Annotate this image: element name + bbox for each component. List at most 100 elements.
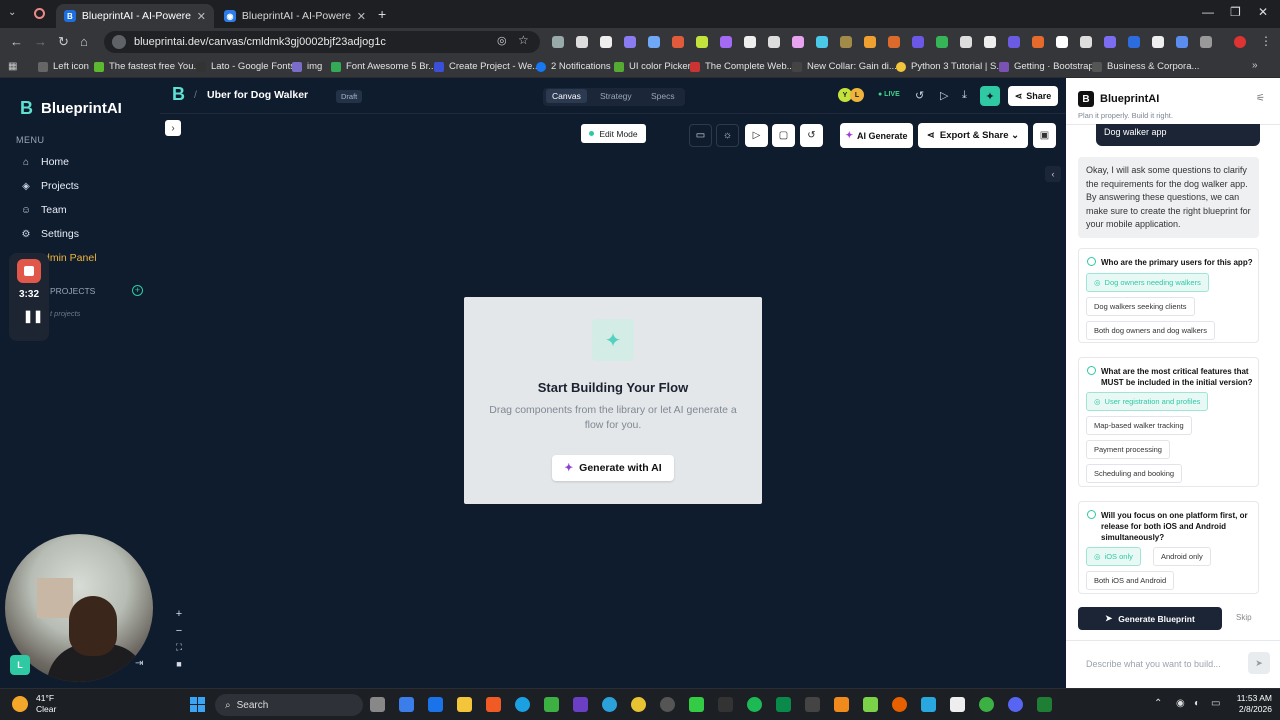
sidebar-item-home[interactable]: ⌂ Home: [20, 156, 69, 168]
bookmark-star-icon[interactable]: ☆: [518, 33, 529, 47]
extension-icon[interactable]: [648, 36, 660, 48]
extension-icon[interactable]: [624, 36, 636, 48]
bookmark-item[interactable]: 2 Notifications: [536, 61, 611, 72]
file-explorer-icon[interactable]: [457, 697, 472, 712]
comments-button[interactable]: ▢: [772, 124, 795, 147]
sidebar-item-settings[interactable]: ⚙ Settings: [20, 228, 79, 240]
canvas-logo-icon[interactable]: B: [172, 84, 185, 105]
generate-blueprint-button[interactable]: ➤ Generate Blueprint: [1078, 607, 1222, 630]
option-chip[interactable]: Android only: [1153, 547, 1211, 566]
close-window-button[interactable]: ✕: [1258, 5, 1268, 19]
bookmark-item[interactable]: Font Awesome 5 Br...: [331, 61, 436, 72]
zoom-out-button[interactable]: −: [170, 625, 188, 641]
minimize-button[interactable]: —: [1202, 5, 1214, 19]
back-button[interactable]: ←: [10, 34, 23, 49]
send-button[interactable]: ➤: [1248, 652, 1270, 674]
address-bar[interactable]: blueprintai.dev/canvas/cmldmk3gj0002bjf2…: [104, 31, 540, 53]
chat-input[interactable]: Describe what you want to build...: [1076, 653, 1242, 675]
new-tab-button[interactable]: +: [378, 6, 386, 22]
taskbar-app-icon[interactable]: [544, 697, 559, 712]
edge-icon[interactable]: [515, 697, 530, 712]
start-button[interactable]: [190, 697, 206, 713]
ai-sparkle-button[interactable]: ✦: [980, 86, 1000, 106]
taskbar-app-icon[interactable]: [950, 697, 965, 712]
extensions-puzzle-icon[interactable]: [1200, 36, 1212, 48]
sidebar-item-team[interactable]: ☺ Team: [20, 204, 67, 216]
bookmark-item[interactable]: The fastest free You...: [94, 61, 201, 72]
apps-grid-icon[interactable]: ▦: [8, 61, 17, 72]
extension-icon[interactable]: [792, 36, 804, 48]
taskbar-app-icon[interactable]: [1037, 697, 1052, 712]
save-button[interactable]: ▣: [1033, 123, 1056, 148]
option-chip[interactable]: Payment processing: [1086, 440, 1170, 459]
collapse-panel-button[interactable]: ‹: [1045, 166, 1061, 182]
taskbar-app-icon[interactable]: [979, 697, 994, 712]
bookmark-item[interactable]: UI color Picker: [614, 61, 691, 72]
extension-icon[interactable]: [960, 36, 972, 48]
preview-screen-button[interactable]: ▭: [689, 124, 712, 147]
extension-icon[interactable]: [1080, 36, 1092, 48]
firefox-icon[interactable]: [892, 697, 907, 712]
spotify-icon[interactable]: [747, 697, 762, 712]
extension-icon[interactable]: [768, 36, 780, 48]
avatar[interactable]: L: [850, 88, 864, 102]
extension-icon[interactable]: [984, 36, 996, 48]
tray-overflow-icon[interactable]: ⌃: [1154, 698, 1162, 709]
extension-icon[interactable]: [1176, 36, 1188, 48]
share-button[interactable]: ⋖ Share: [1008, 86, 1058, 106]
bookmark-item[interactable]: Business & Corpora...: [1092, 61, 1199, 72]
taskbar-app-icon[interactable]: [689, 697, 704, 712]
lock-button[interactable]: ■: [170, 659, 188, 675]
extension-icon[interactable]: [888, 36, 900, 48]
bookmark-item[interactable]: Create Project - We...: [434, 61, 540, 72]
add-project-button[interactable]: +: [132, 285, 143, 296]
bookmark-item[interactable]: Python 3 Tutorial | S...: [896, 61, 1004, 72]
extension-icon[interactable]: [1056, 36, 1068, 48]
tab-canvas[interactable]: Canvas: [546, 89, 587, 103]
more-bookmarks-icon[interactable]: »: [1252, 60, 1258, 71]
bookmark-item[interactable]: Getting · Bootstrap: [999, 61, 1094, 72]
extension-icon[interactable]: [744, 36, 756, 48]
generate-with-ai-button[interactable]: ✦ Generate with AI: [552, 455, 674, 481]
option-chip[interactable]: Map-based walker tracking: [1086, 416, 1192, 435]
brand-logo[interactable]: B BlueprintAI: [20, 98, 122, 119]
forward-button[interactable]: →: [34, 34, 47, 49]
maximize-button[interactable]: ❐: [1230, 5, 1241, 19]
extension-icon[interactable]: [696, 36, 708, 48]
wifi-icon[interactable]: ◉: [1176, 698, 1185, 709]
site-info-icon[interactable]: [112, 35, 126, 49]
history-button[interactable]: ↺: [800, 124, 823, 147]
browser-menu-icon[interactable]: ⋮: [1260, 34, 1272, 48]
brave-icon[interactable]: [486, 697, 501, 712]
chrome-icon[interactable]: [631, 697, 646, 712]
weather-widget[interactable]: 41°F Clear: [12, 693, 56, 715]
taskbar-app-icon[interactable]: [370, 697, 385, 712]
taskbar-app-icon[interactable]: [399, 697, 414, 712]
option-chip[interactable]: Both iOS and Android: [1086, 571, 1175, 590]
bookmark-item[interactable]: The Complete Web...: [690, 61, 795, 72]
extension-icon[interactable]: [864, 36, 876, 48]
reload-button[interactable]: ↻: [58, 34, 69, 50]
option-chip[interactable]: Both dog owners and dog walkers: [1086, 321, 1215, 340]
edit-mode-toggle[interactable]: Edit Mode: [581, 124, 646, 143]
option-chip[interactable]: ◎ User registration and profiles: [1086, 392, 1209, 411]
option-chip[interactable]: ◎ Dog owners needing walkers: [1086, 273, 1209, 292]
tab-blueprintai-active[interactable]: B BlueprintAI - AI-Powered P ✕: [56, 4, 214, 28]
extension-icon[interactable]: [576, 36, 588, 48]
taskbar-app-icon[interactable]: [863, 697, 878, 712]
extension-icon[interactable]: [600, 36, 612, 48]
extension-icon[interactable]: [1008, 36, 1020, 48]
skip-button[interactable]: Skip: [1236, 613, 1252, 622]
taskbar-app-icon[interactable]: [921, 697, 936, 712]
taskbar-app-icon[interactable]: [660, 697, 675, 712]
bookmark-item[interactable]: Lato - Google Fonts: [196, 61, 295, 72]
logout-icon[interactable]: ⇥: [135, 658, 143, 669]
close-tab-icon[interactable]: ✕: [357, 10, 366, 23]
bookmark-item[interactable]: Left icon: [38, 61, 89, 72]
ai-generate-button[interactable]: ✦ AI Generate: [840, 123, 913, 148]
extension-icon[interactable]: [936, 36, 948, 48]
taskbar-app-icon[interactable]: [718, 697, 733, 712]
tab-specs[interactable]: Specs: [651, 91, 675, 101]
project-title[interactable]: Uber for Dog Walker: [207, 89, 308, 101]
extension-icon[interactable]: [672, 36, 684, 48]
